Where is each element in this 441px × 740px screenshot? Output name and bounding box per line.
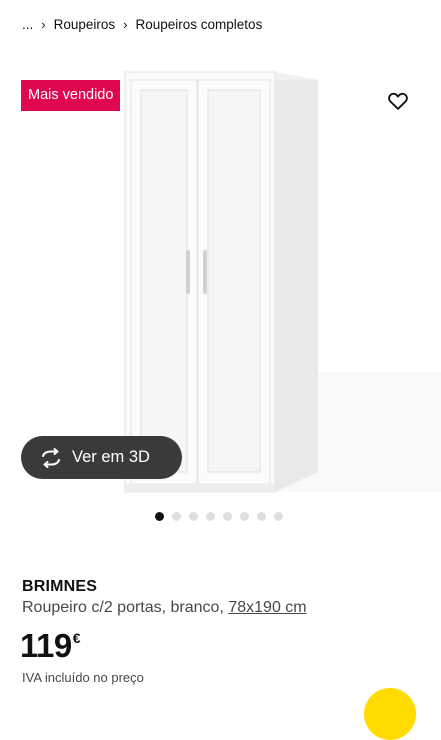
product-dimensions-link[interactable]: 78x190 cm — [228, 599, 306, 616]
view-in-3d-button[interactable]: Ver em 3D — [21, 436, 182, 479]
carousel-dot[interactable] — [274, 512, 283, 521]
product-price: 119 € — [20, 627, 81, 665]
carousel-pagination — [155, 512, 283, 521]
carousel-dot[interactable] — [223, 512, 232, 521]
price-currency: € — [72, 630, 81, 646]
carousel-dot[interactable] — [172, 512, 181, 521]
product-description-text: Roupeiro c/2 portas, branco, — [22, 599, 224, 616]
price-amount: 119 — [20, 627, 72, 664]
view-in-3d-label: Ver em 3D — [72, 448, 150, 466]
chevron-right-icon: › — [123, 16, 128, 32]
breadcrumb: ... › Roupeiros › Roupeiros completos — [22, 14, 262, 34]
carousel-dot[interactable] — [189, 512, 198, 521]
carousel-dot[interactable] — [240, 512, 249, 521]
product-description: Roupeiro c/2 portas, branco, 78x190 cm — [22, 599, 307, 617]
floating-action-button[interactable] — [364, 688, 416, 740]
product-name: BRIMNES — [22, 578, 98, 595]
carousel-dot[interactable] — [257, 512, 266, 521]
breadcrumb-item-roupeiros-completos[interactable]: Roupeiros completos — [136, 17, 263, 32]
heart-icon[interactable] — [387, 90, 409, 112]
rotate-3d-icon — [42, 447, 60, 468]
vat-note: IVA incluído no preço — [22, 670, 144, 685]
breadcrumb-ellipsis[interactable]: ... — [22, 17, 33, 32]
best-seller-badge: Mais vendido — [21, 80, 121, 111]
breadcrumb-item-roupeiros[interactable]: Roupeiros — [54, 17, 116, 32]
carousel-dot[interactable] — [155, 512, 164, 521]
chevron-right-icon: › — [41, 16, 46, 32]
carousel-dot[interactable] — [206, 512, 215, 521]
